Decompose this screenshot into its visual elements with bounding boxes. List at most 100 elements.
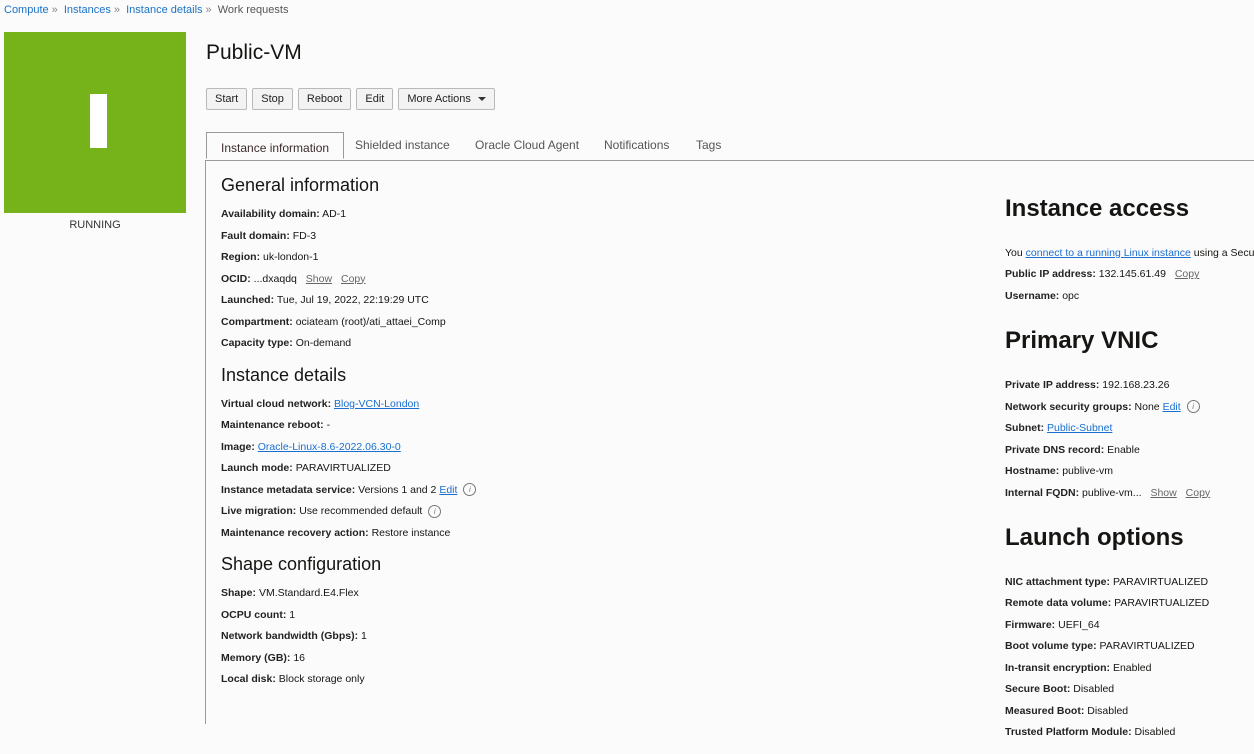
caret-down-icon <box>477 97 486 102</box>
section-shape-configuration: Shape configuration Shape: VM.Standard.E4… <box>221 554 476 691</box>
field-label: Private IP address: <box>1005 379 1100 392</box>
breadcrumb-instance-details[interactable]: Instance details <box>126 4 202 16</box>
field-label: Image: <box>221 440 255 453</box>
content-divider <box>205 160 206 724</box>
field-value: 1 <box>361 630 367 642</box>
section-heading: Instance details <box>221 364 347 385</box>
tab-tags[interactable]: Tags <box>696 132 721 158</box>
oracle-linux-8-6-2022-06-30-0-link[interactable]: Oracle-Linux-8.6-2022.06.30-0 <box>258 441 401 453</box>
field-value: VM.Standard.E4.Flex <box>258 587 359 599</box>
tab-oracle-cloud-agent[interactable]: Oracle Cloud Agent <box>475 132 579 158</box>
field-label: Firmware: <box>1005 618 1056 631</box>
field-maintenance-recovery-action: Maintenance recovery action: Restore ins… <box>221 523 476 545</box>
field-label: Virtual cloud network: <box>221 397 332 410</box>
field-value: ociateam (root)/ati_attaei_Comp <box>295 315 446 328</box>
field-value: PARAVIRTUALIZED <box>1099 640 1195 653</box>
start-button[interactable]: Start <box>206 88 248 110</box>
field-value: Restore instance <box>371 526 451 539</box>
tab-instance-information[interactable]: Instance information <box>206 132 345 159</box>
field-value: Block storage only <box>278 673 365 685</box>
field-label: Internal FQDN: <box>1005 486 1080 499</box>
breadcrumb-compute[interactable]: Compute <box>4 4 49 16</box>
tab-bar: Instance information Shielded instance O… <box>206 132 1254 161</box>
info-icon[interactable]: i <box>1186 400 1200 414</box>
field-value: AD-1 <box>322 208 347 220</box>
field-label: Measured Boot: <box>1005 704 1085 717</box>
field-value: PARAVIRTUALIZED <box>295 462 391 474</box>
field-memory-gb: Memory (GB): 16 <box>221 648 476 670</box>
field-private-dns-record: Private DNS record: Enable <box>1005 440 1254 462</box>
left-column: General information Availability domain: … <box>221 175 477 701</box>
field-value: uk-london-1 <box>263 251 319 263</box>
page-title: Public-VM <box>206 41 302 64</box>
field-value: publive-vm... <box>1082 486 1142 499</box>
field-launch-mode: Launch mode: PARAVIRTUALIZED <box>221 458 476 480</box>
field-value: - <box>326 419 331 431</box>
section-heading: Primary VNIC <box>1005 327 1159 355</box>
field-label: In-transit encryption: <box>1005 661 1111 674</box>
field-measured-boot: Measured Boot: Disabled <box>1005 701 1254 723</box>
edit-link[interactable]: Edit <box>439 484 457 496</box>
field-label: Compartment: <box>221 315 293 328</box>
field-network-bandwidth-gbps: Network bandwidth (Gbps): 1 <box>221 626 476 648</box>
field-label: Hostname: <box>1005 465 1060 478</box>
field-label: NIC attachment type: <box>1005 575 1111 588</box>
field-value: On-demand <box>295 337 352 349</box>
field-value: publive-vm <box>1062 465 1113 478</box>
more-actions-button[interactable]: More Actions <box>398 88 495 110</box>
field-intro: You connect to a running Linux instance … <box>1005 243 1254 265</box>
info-icon[interactable]: i <box>463 483 477 497</box>
show-link[interactable]: Show <box>306 273 332 285</box>
tab-shielded-instance[interactable]: Shielded instance <box>355 132 450 158</box>
reboot-button[interactable]: Reboot <box>297 88 352 110</box>
field-live-migration: Live migration: Use recommended default … <box>221 501 476 523</box>
blog-vcn-london-link[interactable]: Blog-VCN-London <box>334 398 419 410</box>
field-shape: Shape: VM.Standard.E4.Flex <box>221 583 476 605</box>
connect-to-a-running-linux-instance-link[interactable]: connect to a running Linux instance <box>1026 247 1191 259</box>
section-heading: Instance access <box>1005 194 1190 222</box>
info-icon[interactable]: i <box>428 504 442 518</box>
field-value: 132.145.61.49 <box>1098 268 1166 281</box>
field-label: Trusted Platform Module: <box>1005 726 1132 739</box>
edit-button[interactable]: Edit <box>356 88 394 110</box>
field-value: 1 <box>289 608 296 621</box>
field-capacity-type: Capacity type: On-demand <box>221 333 476 355</box>
tab-notifications[interactable]: Notifications <box>604 132 669 158</box>
show-link[interactable]: Show <box>1150 487 1176 499</box>
field-value: 16 <box>293 651 306 664</box>
field-label: Region: <box>221 251 261 263</box>
section-heading: Launch options <box>1005 524 1184 552</box>
field-value: Disabled <box>1134 726 1176 739</box>
field-value: PARAVIRTUALIZED <box>1114 597 1210 610</box>
section-launch-options: Launch options NIC attachment type: PARAV… <box>1005 524 1254 744</box>
field-label: Maintenance reboot: <box>221 419 324 431</box>
field-label: Launched: <box>221 294 275 306</box>
field-label: Remote data volume: <box>1005 597 1112 610</box>
copy-link[interactable]: Copy <box>1175 268 1200 280</box>
field-secure-boot: Secure Boot: Disabled <box>1005 679 1254 701</box>
public-subnet-link[interactable]: Public-Subnet <box>1047 422 1112 434</box>
section-primary-vnic: Primary VNIC Private IP address: 192.168.… <box>1005 327 1254 504</box>
field-nic-attachment-type: NIC attachment type: PARAVIRTUALIZED <box>1005 572 1254 594</box>
field-fault-domain: Fault domain: FD-3 <box>221 226 476 248</box>
copy-link[interactable]: Copy <box>341 273 366 285</box>
edit-link[interactable]: Edit <box>1163 401 1181 413</box>
field-label: Subnet: <box>1005 422 1045 435</box>
field-image: Image: Oracle-Linux-8.6-2022.06.30-0 <box>221 437 476 459</box>
field-hostname: Hostname: publive-vm <box>1005 461 1254 483</box>
field-label: Public IP address: <box>1005 268 1096 281</box>
breadcrumb-separator: » <box>113 4 121 16</box>
stop-button[interactable]: Stop <box>252 88 293 110</box>
more-actions-label: More Actions <box>407 93 471 105</box>
field-value: opc <box>1062 289 1080 302</box>
instance-status-icon <box>4 32 186 213</box>
breadcrumb-instances[interactable]: Instances <box>64 4 111 16</box>
field-label: Instance metadata service: <box>221 483 356 496</box>
field-value: Enabled <box>1112 661 1152 674</box>
copy-link[interactable]: Copy <box>1186 487 1211 499</box>
field-label: Memory (GB): <box>221 651 291 664</box>
status-label: RUNNING <box>69 219 121 231</box>
field-label: OCID: <box>221 272 251 285</box>
field-label: Live migration: <box>221 505 297 517</box>
field-private-ip-address: Private IP address: 192.168.23.26 <box>1005 375 1254 397</box>
